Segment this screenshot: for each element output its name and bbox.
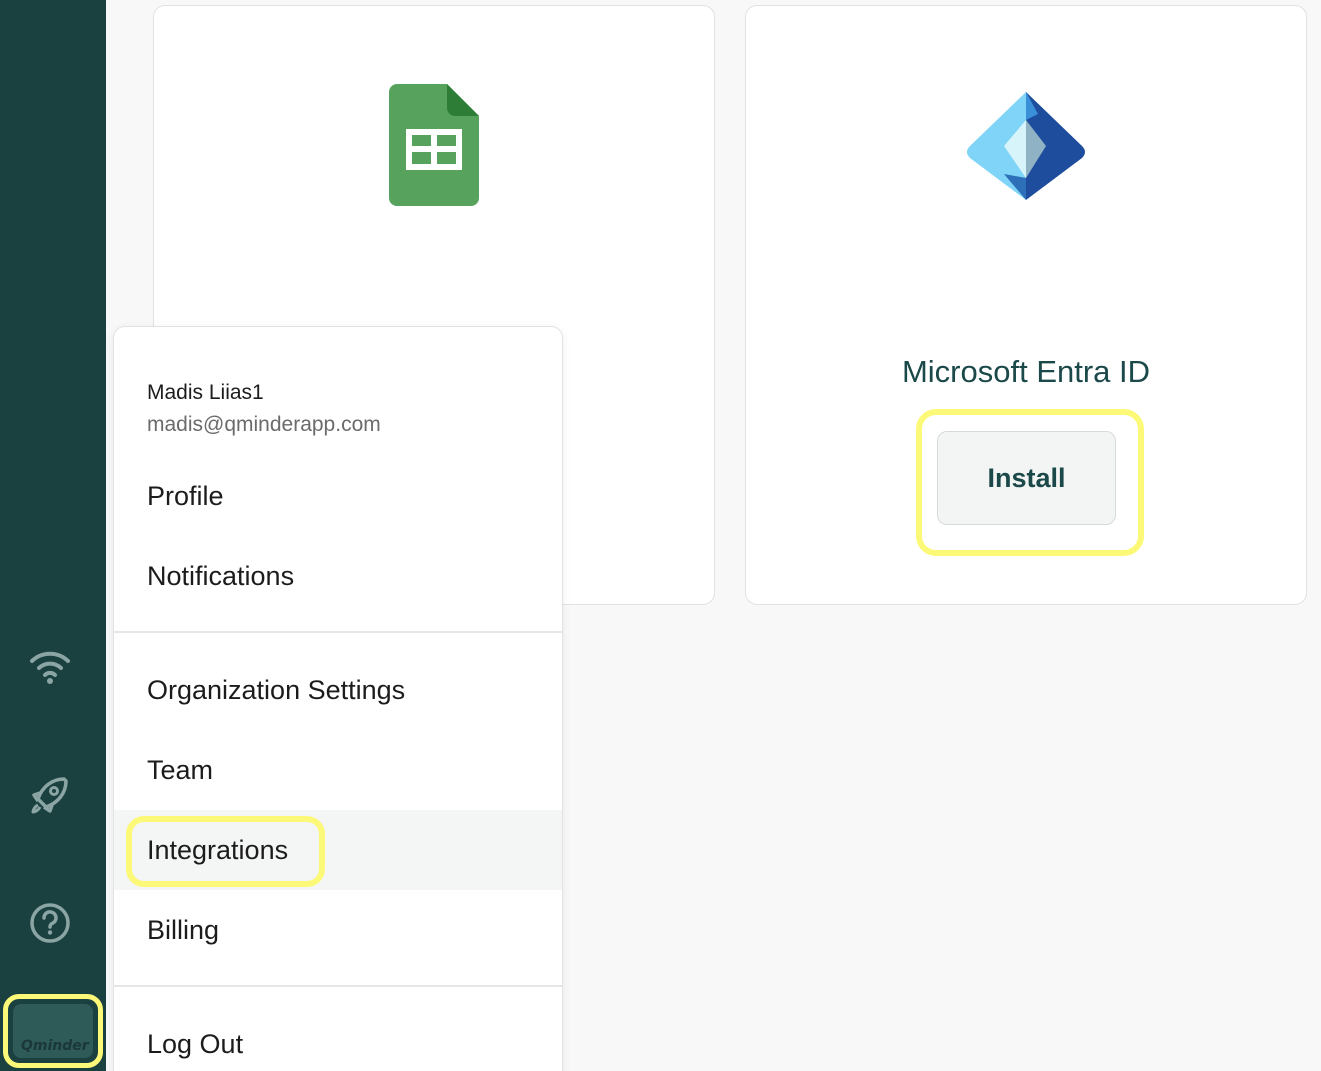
menu-item-notifications[interactable]: Notifications [114, 536, 562, 616]
user-avatar-highlight[interactable]: Qminder [3, 994, 103, 1068]
user-email: madis@qminderapp.com [147, 413, 381, 436]
menu-item-billing[interactable]: Billing [114, 890, 562, 970]
integration-card-microsoft-entra: Microsoft Entra ID Install [745, 5, 1307, 605]
divider [114, 985, 562, 987]
rocket-icon[interactable] [25, 770, 75, 820]
menu-item-integrations[interactable]: Integrations [114, 810, 562, 890]
microsoft-entra-icon [964, 90, 1088, 207]
wifi-icon[interactable] [25, 642, 75, 692]
user-menu: Madis Liias1 madis@qminderapp.com Profil… [113, 326, 563, 1071]
menu-item-profile[interactable]: Profile [114, 456, 562, 536]
sidebar: Qminder [0, 0, 106, 1071]
avatar[interactable]: Qminder [13, 1004, 93, 1058]
user-name: Madis Liias1 [147, 381, 264, 404]
google-sheets-icon [389, 84, 479, 211]
menu-item-organization-settings[interactable]: Organization Settings [114, 650, 562, 730]
install-button[interactable]: Install [937, 431, 1116, 525]
integration-title: Microsoft Entra ID [901, 354, 1151, 389]
menu-item-team[interactable]: Team [114, 730, 562, 810]
menu-item-log-out[interactable]: Log Out [114, 1004, 562, 1071]
logo-text: Qminder [21, 1038, 89, 1054]
help-icon[interactable] [25, 898, 75, 948]
divider [114, 631, 562, 633]
